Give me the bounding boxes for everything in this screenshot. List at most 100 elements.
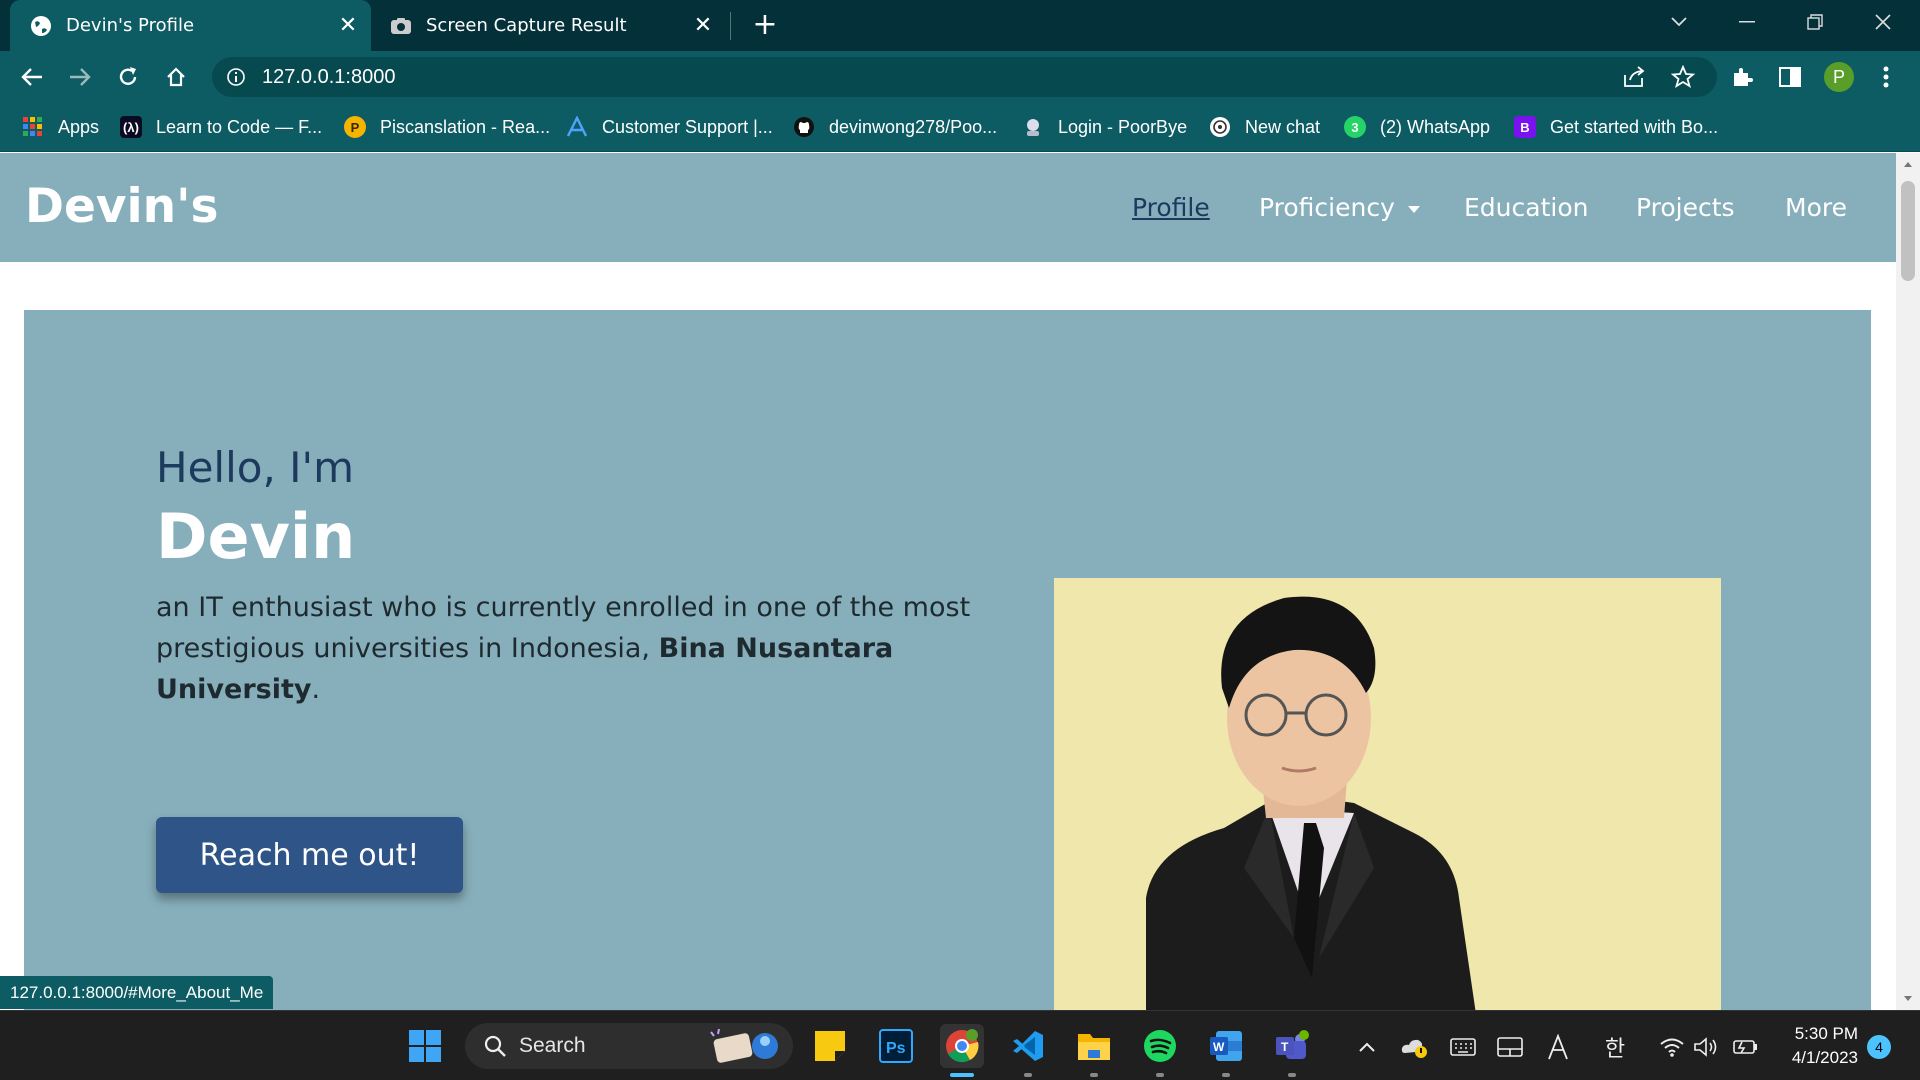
tab-screen-capture[interactable]: Screen Capture Result ✕ (376, 0, 726, 51)
bookmarks-bar: Apps (λ) Learn to Code — F... P Piscansl… (0, 103, 1920, 152)
apps-grid-icon (23, 117, 42, 136)
page-scrollbar[interactable] (1896, 153, 1920, 1010)
tab-devins-profile[interactable]: Devin's Profile ✕ (10, 0, 371, 51)
bookmark-piscanslation[interactable]: P Piscanslation - Rea... (344, 103, 550, 151)
nav-education[interactable]: Education (1464, 193, 1588, 222)
nav-proficiency[interactable]: Proficiency (1259, 193, 1421, 222)
wifi-icon[interactable] (1657, 1033, 1687, 1061)
back-icon[interactable] (14, 59, 50, 95)
battery-charging-icon[interactable] (1730, 1033, 1760, 1061)
close-tab-icon[interactable]: ✕ (333, 11, 363, 41)
bookmark-bootstrap[interactable]: B Get started with Bo... (1514, 103, 1718, 151)
nav-profile[interactable]: Profile (1132, 193, 1210, 222)
restore-icon[interactable] (1782, 0, 1848, 44)
tab-title: Screen Capture Result (426, 15, 627, 36)
bookmark-label: Apps (58, 116, 100, 137)
scroll-thumb[interactable] (1901, 181, 1915, 281)
scroll-up-arrow-icon[interactable] (1896, 157, 1920, 173)
svg-text:Ps: Ps (886, 1040, 906, 1057)
extensions-icon[interactable] (1724, 59, 1760, 95)
profile-portrait-illustration (1146, 596, 1476, 1010)
bookmark-new-chat[interactable]: New chat (1209, 103, 1320, 151)
bookmark-whatsapp[interactable]: 3 (2) WhatsApp (1344, 103, 1490, 151)
nav-proficiency-label: Proficiency (1259, 193, 1395, 222)
windows-start-icon[interactable] (403, 1024, 447, 1068)
tab-separator (730, 12, 731, 40)
url-text: 127.0.0.1:8000 (262, 66, 396, 88)
nav-more[interactable]: More (1785, 193, 1847, 222)
vscode-icon[interactable] (1006, 1024, 1050, 1068)
volume-icon[interactable] (1691, 1033, 1721, 1061)
taskbar-search[interactable]: Search (465, 1023, 793, 1069)
ime-indicator[interactable]: 한 (1600, 1033, 1630, 1062)
bookmark-github[interactable]: devinwong278/Poo... (793, 103, 997, 151)
side-panel-icon[interactable] (1772, 59, 1808, 95)
address-bar[interactable]: 127.0.0.1:8000 (212, 57, 1717, 97)
link-status-bubble: 127.0.0.1:8000/#More_About_Me (0, 976, 274, 1009)
new-tab-button[interactable]: + (748, 9, 782, 43)
windows-taskbar: Search Ps W T 한 5:30 PM 4/1/2023 4 (0, 1010, 1920, 1080)
close-window-icon[interactable] (1850, 0, 1916, 44)
spotify-icon[interactable] (1138, 1024, 1182, 1068)
touchpad-icon[interactable] (1495, 1033, 1525, 1061)
scroll-down-arrow-icon[interactable] (1896, 990, 1920, 1006)
notification-badge[interactable]: 4 (1867, 1035, 1891, 1059)
chatgpt-icon (1210, 117, 1230, 137)
chrome-icon[interactable] (940, 1024, 984, 1068)
site-info-icon[interactable] (226, 67, 246, 87)
running-indicator (1024, 1073, 1032, 1077)
hero-section: Hello, I'm Devin an IT enthusiast who is… (24, 310, 1871, 1010)
bookmark-label: Learn to Code — F... (156, 116, 323, 137)
search-highlight-icon (710, 1028, 778, 1063)
caret-down-icon (1407, 206, 1420, 213)
kebab-menu-icon[interactable] (1868, 59, 1904, 95)
github-icon (794, 117, 814, 137)
reload-icon[interactable] (110, 59, 146, 95)
bookmark-label: Piscanslation - Rea... (380, 116, 551, 137)
clock-time: 5:30 PM (1794, 1024, 1858, 1043)
forward-icon[interactable] (62, 59, 98, 95)
onedrive-warning-icon[interactable] (1400, 1033, 1430, 1061)
bookmark-freecodecamp[interactable]: (λ) Learn to Code — F... (120, 103, 322, 151)
whatsapp-icon: 3 (1344, 116, 1366, 138)
profile-avatar[interactable]: P (1824, 62, 1854, 92)
share-icon[interactable] (1620, 65, 1648, 89)
bookmark-label: Login - PoorBye (1058, 116, 1188, 137)
hero-desc-end: . (311, 674, 321, 705)
bookmark-label: Get started with Bo... (1550, 116, 1719, 137)
system-clock[interactable]: 5:30 PM 4/1/2023 (1770, 1022, 1858, 1070)
bookmark-apps[interactable]: Apps (22, 103, 99, 151)
running-indicator (1222, 1073, 1230, 1077)
site-brand[interactable]: Devin's (25, 179, 218, 234)
running-indicator (1288, 1073, 1296, 1077)
bookmark-label: (2) WhatsApp (1380, 116, 1491, 137)
close-tab-icon[interactable]: ✕ (688, 11, 718, 41)
home-icon[interactable] (158, 59, 194, 95)
hero-greeting: Hello, I'm (156, 443, 355, 492)
hero-name: Devin (156, 500, 356, 573)
bookmark-poorbye[interactable]: Login - PoorBye (1022, 103, 1187, 151)
nav-projects[interactable]: Projects (1636, 193, 1735, 222)
running-indicator (1090, 1073, 1098, 1077)
word-icon[interactable]: W (1204, 1024, 1248, 1068)
support-icon (566, 116, 588, 137)
photoshop-icon[interactable]: Ps (874, 1024, 918, 1068)
hero-description: an IT enthusiast who is currently enroll… (156, 587, 986, 710)
pen-input-icon[interactable] (1543, 1033, 1573, 1061)
poorbye-icon (1027, 119, 1039, 136)
globe-icon (31, 15, 51, 36)
tab-strip: Devin's Profile ✕ Screen Capture Result … (0, 0, 1920, 51)
sticky-notes-icon[interactable] (808, 1024, 852, 1068)
reach-me-out-button[interactable]: Reach me out! (156, 817, 463, 893)
minimize-icon[interactable] (1714, 0, 1780, 44)
show-hidden-icons-icon[interactable] (1352, 1033, 1382, 1061)
bookmark-customer-support[interactable]: Customer Support |... (566, 103, 773, 151)
bookmark-star-icon[interactable] (1669, 65, 1697, 89)
search-label: Search (519, 1034, 586, 1057)
piscanslation-icon: P (344, 116, 366, 138)
teams-icon[interactable]: T (1270, 1024, 1314, 1068)
tab-title: Devin's Profile (66, 15, 195, 36)
file-explorer-icon[interactable] (1072, 1024, 1116, 1068)
tab-search-icon[interactable] (1646, 0, 1712, 44)
keyboard-icon[interactable] (1448, 1033, 1478, 1061)
